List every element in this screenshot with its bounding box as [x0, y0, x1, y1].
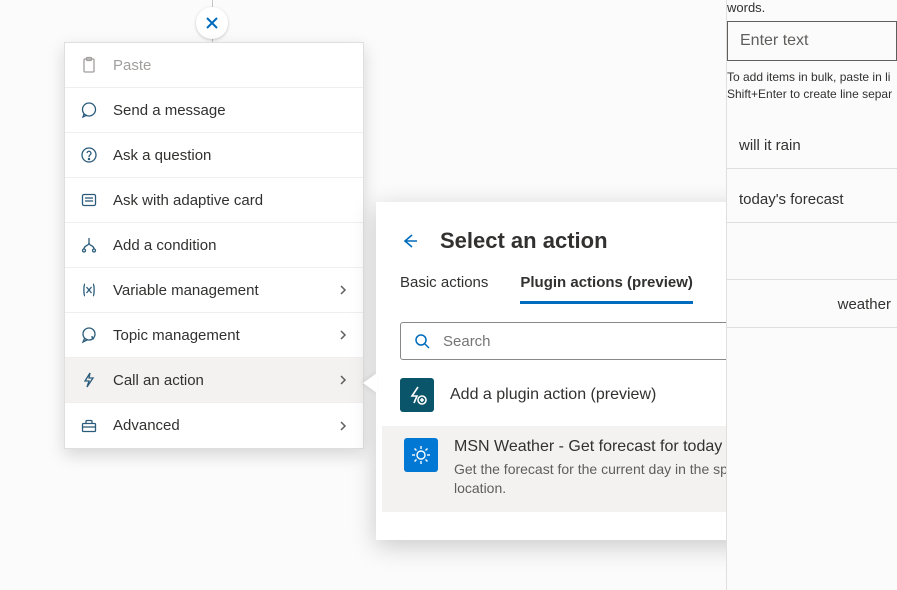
- chat-icon: [79, 100, 99, 120]
- menu-item-ask-adaptive-card[interactable]: Ask with adaptive card: [65, 178, 363, 223]
- menu-item-topic-management[interactable]: Topic management: [65, 313, 363, 358]
- menu-item-label: Topic management: [113, 327, 329, 344]
- phrase-hint: To add items in bulk, paste in li Shift+…: [727, 69, 897, 103]
- hint-line-2: Shift+Enter to create line separ: [727, 87, 892, 101]
- tab-basic-actions[interactable]: Basic actions: [400, 274, 488, 304]
- add-plugin-icon: [400, 378, 434, 412]
- variable-icon: [79, 280, 99, 300]
- menu-item-call-action[interactable]: Call an action: [65, 358, 363, 403]
- menu-item-label: Add a condition: [113, 237, 349, 254]
- trigger-phrase-item[interactable]: today's forecast: [727, 175, 897, 223]
- question-icon: [79, 145, 99, 165]
- menu-item-label: Paste: [113, 57, 349, 74]
- adaptive-card-icon: [79, 190, 99, 210]
- flyout-pointer: [363, 373, 377, 393]
- panel-title: Select an action: [440, 228, 608, 254]
- topic-icon: [79, 325, 99, 345]
- toolbox-icon: [79, 416, 99, 436]
- menu-item-label: Variable management: [113, 282, 329, 299]
- menu-item-ask-question[interactable]: Ask a question: [65, 133, 363, 178]
- menu-item-add-condition[interactable]: Add a condition: [65, 223, 363, 268]
- add-plugin-label: Add a plugin action (preview): [450, 386, 656, 404]
- trigger-phrase-item[interactable]: will it rain: [727, 121, 897, 169]
- node-context-menu: Paste Send a message Ask a question Ask …: [64, 42, 364, 449]
- phrase-input-placeholder: Enter text: [740, 32, 808, 50]
- menu-item-advanced[interactable]: Advanced: [65, 403, 363, 448]
- canvas-close-node[interactable]: [196, 7, 228, 39]
- chevron-right-icon: [337, 329, 349, 341]
- chevron-right-icon: [337, 420, 349, 432]
- lightning-icon: [79, 370, 99, 390]
- chevron-right-icon: [337, 374, 349, 386]
- weather-icon: [404, 438, 438, 472]
- back-button[interactable]: [400, 231, 420, 251]
- close-icon: [204, 15, 220, 31]
- chevron-right-icon: [337, 284, 349, 296]
- menu-item-label: Advanced: [113, 417, 329, 434]
- phrase-input[interactable]: Enter text: [727, 21, 897, 61]
- menu-item-label: Send a message: [113, 102, 349, 119]
- menu-item-variable-management[interactable]: Variable management: [65, 268, 363, 313]
- field-label-tail: words.: [727, 0, 897, 15]
- hint-line-1: To add items in bulk, paste in li: [727, 70, 890, 84]
- tab-plugin-actions[interactable]: Plugin actions (preview): [520, 274, 693, 304]
- search-icon: [413, 332, 431, 350]
- menu-item-paste: Paste: [65, 43, 363, 88]
- menu-item-label: Ask a question: [113, 147, 349, 164]
- branch-icon: [79, 235, 99, 255]
- paste-icon: [79, 55, 99, 75]
- trigger-phrase-item[interactable]: weather: [727, 279, 897, 328]
- trigger-phrases-panel: words. Enter text To add items in bulk, …: [726, 0, 897, 590]
- menu-item-send-message[interactable]: Send a message: [65, 88, 363, 133]
- menu-item-label: Ask with adaptive card: [113, 192, 349, 209]
- menu-item-label: Call an action: [113, 372, 329, 389]
